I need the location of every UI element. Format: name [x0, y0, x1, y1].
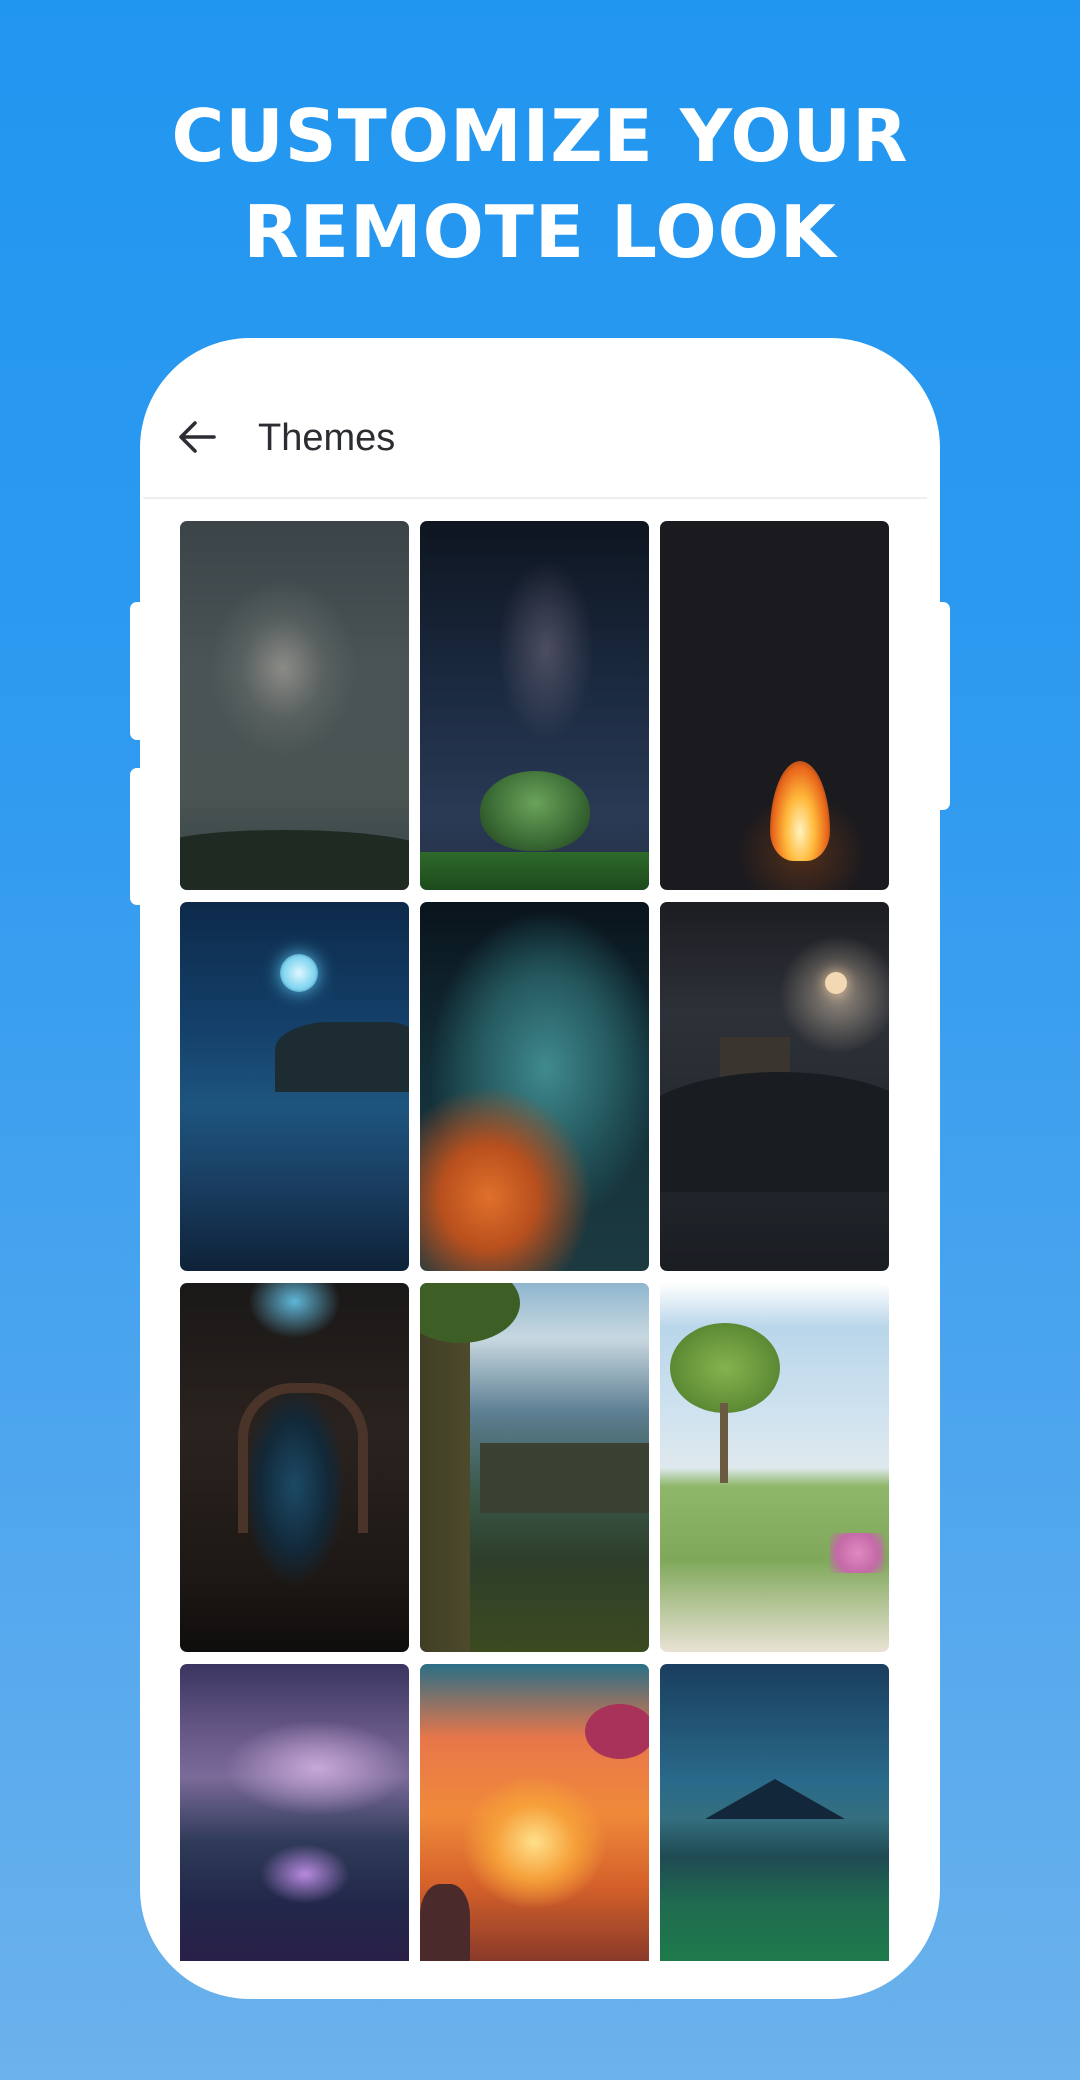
tile-art-arch [238, 1383, 368, 1533]
theme-name: Country Path [660, 1283, 661, 1284]
theme-tile[interactable]: Campfire [660, 521, 889, 890]
tile-art-mountain [705, 1779, 845, 1819]
headline: CUSTOMIZE YOUR REMOTE LOOK [0, 88, 1080, 280]
theme-tile[interactable]: Castle Under Moon [660, 902, 889, 1271]
tile-art-fire [770, 761, 830, 861]
theme-tile[interactable]: Milky Way Hills [180, 521, 409, 890]
app-bar: Themes [140, 338, 940, 498]
tile-art-tree-crown [480, 771, 590, 851]
theme-name: Nebula [420, 902, 421, 903]
theme-name: Milky Way Hills [180, 521, 181, 522]
theme-tile[interactable]: Starry Night Tree [420, 521, 649, 890]
headline-line-1: CUSTOMIZE YOUR [171, 94, 909, 178]
phone-frame: Themes Milky Way Hills Starry Night Tree… [140, 338, 940, 1999]
theme-name: Moonlit Beach [180, 902, 181, 903]
theme-tile[interactable]: Crystal Cave [180, 1283, 409, 1652]
theme-name: Castle Under Moon [660, 902, 661, 903]
back-button[interactable] [174, 414, 220, 460]
tile-art-hill [180, 830, 409, 890]
themes-grid: Milky Way Hills Starry Night Tree Campfi… [180, 521, 890, 1961]
theme-name: Sunset Valley [420, 1664, 421, 1665]
tile-art-tree [670, 1323, 780, 1413]
theme-tile[interactable]: Sunset Valley [420, 1664, 649, 1961]
tile-art-hill [660, 1072, 889, 1192]
tile-art-grass [420, 852, 649, 890]
tile-art-moon [280, 954, 318, 992]
header-divider [143, 497, 927, 499]
tile-art-flowers [830, 1533, 885, 1573]
tile-art-canopy [420, 1283, 520, 1343]
theme-tile[interactable]: Nebula [420, 902, 649, 1271]
theme-tile[interactable]: Country Path [660, 1283, 889, 1652]
theme-name: Mountain Night Meadow [660, 1664, 661, 1665]
theme-tile[interactable]: Purple Dreamscape [180, 1664, 409, 1961]
headline-line-2: REMOTE LOOK [243, 190, 837, 274]
tile-art-trunk [720, 1403, 728, 1483]
theme-name: Campfire [660, 521, 661, 522]
theme-tile[interactable]: Mountain Night Meadow [660, 1664, 889, 1961]
theme-tile[interactable]: Moonlit Beach [180, 902, 409, 1271]
screen-title: Themes [258, 417, 396, 459]
tile-art-castle [720, 1037, 790, 1077]
theme-name: Purple Dreamscape [180, 1664, 181, 1665]
theme-name: Starry Night Tree [420, 521, 421, 522]
tile-art-cliff [275, 1022, 409, 1092]
theme-tile[interactable]: Fantasy Castle Bridge [420, 1283, 649, 1652]
tile-art-cliff [420, 1884, 470, 1961]
tile-art-glow [260, 1844, 350, 1904]
tile-art-tree [585, 1704, 649, 1759]
tile-art-bridge [480, 1443, 649, 1513]
theme-name: Crystal Cave [180, 1283, 181, 1284]
arrow-left-icon [179, 421, 216, 453]
tile-art-moon [825, 972, 847, 994]
